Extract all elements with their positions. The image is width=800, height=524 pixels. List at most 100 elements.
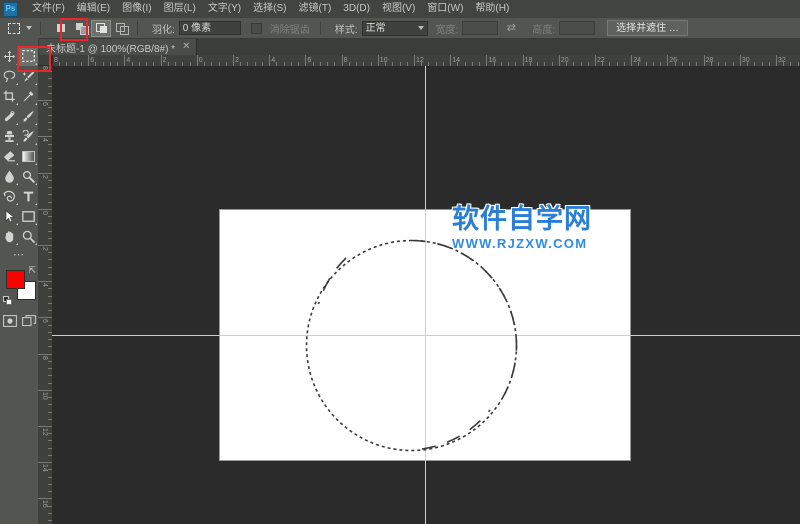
gradient-tool[interactable] — [19, 146, 38, 166]
ruler-tick — [595, 55, 596, 66]
width-input[interactable] — [462, 21, 498, 35]
foreground-color-swatch[interactable] — [6, 270, 25, 289]
photoshop-logo-icon: Ps — [3, 2, 18, 17]
ruler-label: 4 — [126, 57, 130, 64]
ruler-label: 8 — [41, 356, 48, 360]
style-value: 正常 — [366, 21, 386, 36]
ruler-tick — [631, 55, 632, 66]
options-bar: 羽化: 0 像素 消除锯齿 样式: 正常 宽度: ⇄ 高度: 选择并遮住 … — [0, 18, 800, 39]
dodge-tool[interactable] — [19, 166, 38, 186]
blur-tool[interactable] — [0, 166, 19, 186]
clone-stamp-tool[interactable] — [0, 126, 19, 146]
ruler-tick — [38, 173, 52, 174]
ruler-tick — [704, 55, 705, 66]
ruler-tick — [38, 462, 52, 463]
select-and-mask-button[interactable]: 选择并遮住 … — [607, 20, 688, 36]
ruler-label: 0 — [41, 211, 48, 215]
ruler-label: 32 — [778, 57, 786, 64]
ruler-label: 4 — [41, 138, 48, 142]
menu-filter[interactable]: 滤镜(T) — [293, 0, 338, 18]
ruler-tick — [233, 55, 234, 66]
elliptical-marquee-selection[interactable] — [304, 238, 519, 453]
annotation-options-subtract-button — [60, 18, 88, 41]
style-select[interactable]: 正常 — [362, 21, 428, 36]
ruler-label: 10 — [380, 57, 388, 64]
ruler-label: 12 — [41, 428, 48, 436]
zoom-tool[interactable] — [19, 226, 38, 246]
ruler-tick — [414, 55, 415, 66]
eraser-tool[interactable] — [0, 146, 19, 166]
ruler-tick — [559, 55, 560, 66]
menu-type[interactable]: 文字(Y) — [202, 0, 247, 18]
divider — [137, 21, 138, 35]
document-tab[interactable]: 未标题-1 @ 100%(RGB/8#) * ✕ — [38, 39, 197, 55]
ruler-tick — [523, 55, 524, 66]
ruler-label: 4 — [41, 283, 48, 287]
quick-mask-button[interactable] — [3, 314, 17, 327]
ruler-tick — [197, 55, 198, 66]
ruler-label: 6 — [90, 57, 94, 64]
photoshop-window: Ps 文件(F) 编辑(E) 图像(I) 图层(L) 文字(Y) 选择(S) 滤… — [0, 0, 800, 524]
document-tab-bar: 未标题-1 @ 100%(RGB/8#) * ✕ — [38, 38, 800, 56]
antialias-checkbox[interactable] — [251, 23, 262, 34]
screen-mode-button[interactable] — [22, 314, 36, 327]
ruler-label: 20 — [561, 57, 569, 64]
ruler-tick — [161, 55, 162, 66]
ruler-label: 2 — [235, 57, 239, 64]
subtract-from-selection-button[interactable] — [91, 20, 111, 37]
vertical-ruler[interactable]: 86420246810121416 — [38, 55, 53, 524]
menu-select[interactable]: 选择(S) — [247, 0, 292, 18]
tool-preset-chevron-down-icon[interactable] — [26, 26, 32, 30]
divider — [320, 21, 321, 35]
menu-file[interactable]: 文件(F) — [26, 0, 71, 18]
menu-3d[interactable]: 3D(D) — [337, 0, 376, 18]
intersect-with-selection-button[interactable] — [111, 20, 131, 37]
history-brush-tool[interactable] — [19, 126, 38, 146]
ruler-tick — [38, 317, 52, 318]
hand-tool[interactable] — [0, 226, 19, 246]
canvas-work-area[interactable] — [52, 66, 800, 524]
ruler-tick — [38, 100, 52, 101]
ruler-label: 14 — [452, 57, 460, 64]
chevron-down-icon — [418, 26, 424, 30]
ruler-label: 22 — [597, 57, 605, 64]
feather-input[interactable]: 0 像素 — [179, 21, 241, 35]
rectangle-shape-tool[interactable] — [19, 206, 38, 226]
eyedropper-tool[interactable] — [19, 86, 38, 106]
menu-layer[interactable]: 图层(L) — [158, 0, 202, 18]
divider — [40, 21, 41, 35]
default-colors-icon[interactable] — [3, 296, 12, 305]
edit-toolbar-button[interactable]: ⋯ — [0, 246, 38, 262]
ruler-label: 10 — [41, 392, 48, 400]
ruler-tick — [38, 136, 52, 137]
type-tool[interactable] — [19, 186, 38, 206]
marquee-icon[interactable] — [6, 20, 22, 36]
brush-tool[interactable] — [19, 106, 38, 126]
ruler-tick — [38, 498, 52, 499]
swap-colors-icon[interactable]: ⇱ — [28, 266, 36, 275]
menu-window[interactable]: 窗口(W) — [421, 0, 469, 18]
crop-tool[interactable] — [0, 86, 19, 106]
ruler-tick — [38, 209, 52, 210]
ruler-tick — [124, 55, 125, 66]
feather-label: 羽化: — [152, 21, 175, 36]
pen-tool[interactable] — [0, 186, 19, 206]
height-input[interactable] — [559, 21, 595, 35]
menu-help[interactable]: 帮助(H) — [469, 0, 515, 18]
ruler-label: 12 — [416, 57, 424, 64]
menu-image[interactable]: 图像(I) — [116, 0, 157, 18]
ruler-label: 0 — [199, 57, 203, 64]
ruler-tick — [88, 55, 89, 66]
close-icon[interactable]: ✕ — [182, 42, 190, 52]
ruler-tick — [38, 245, 52, 246]
path-selection-tool[interactable] — [0, 206, 19, 226]
screen-mode-row — [0, 310, 38, 330]
width-label: 宽度: — [436, 21, 459, 36]
ruler-tick — [38, 354, 52, 355]
healing-brush-tool[interactable] — [0, 106, 19, 126]
swap-dimensions-icon[interactable]: ⇄ — [504, 21, 518, 35]
ruler-tick — [305, 55, 306, 66]
menu-edit[interactable]: 编辑(E) — [71, 0, 116, 18]
menu-view[interactable]: 视图(V) — [376, 0, 421, 18]
antialias-label: 消除锯齿 — [270, 21, 310, 36]
